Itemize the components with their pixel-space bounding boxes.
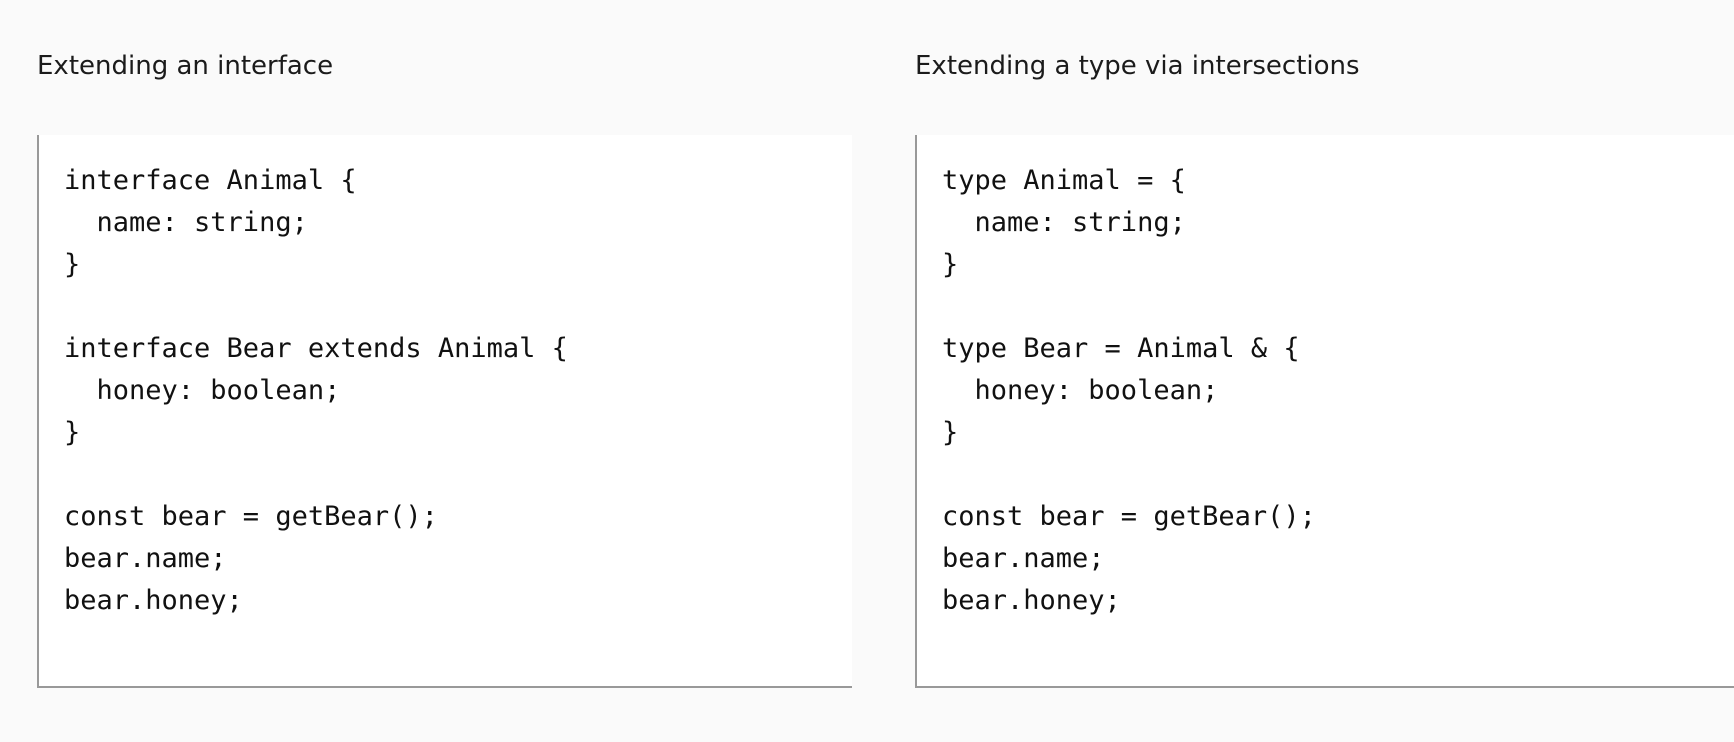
code-line: bear.honey; [64,585,243,616]
interface-code-block: interface Animal { name: string;} interfa… [37,135,852,688]
code-line: } [942,417,959,448]
code-line: type Bear = Animal & { [942,333,1300,364]
code-line: name: string; [64,207,308,238]
code-line: bear.honey; [942,585,1121,616]
code-line: } [64,417,81,448]
intersection-code-block: type Animal = { name: string;} type Bear … [915,135,1734,688]
code-line: } [942,249,959,280]
code-line: honey: boolean; [942,375,1219,406]
code-line: const bear = getBear(); [64,501,438,532]
code-line: type Animal = { [942,165,1186,196]
code-line: honey: boolean; [64,375,341,406]
code-line: } [64,249,81,280]
code-line: bear.name; [942,543,1105,574]
code-line: interface Animal { [64,165,357,196]
interface-code: interface Animal { name: string;} interfa… [39,135,852,622]
interface-example-caption: Extending an interface [37,51,334,81]
intersection-code: type Animal = { name: string;} type Bear … [917,135,1734,622]
code-line: bear.name; [64,543,227,574]
code-line: name: string; [942,207,1186,238]
intersection-example-caption: Extending a type via intersections [915,51,1360,81]
code-line: const bear = getBear(); [942,501,1316,532]
code-line: interface Bear extends Animal { [64,333,568,364]
